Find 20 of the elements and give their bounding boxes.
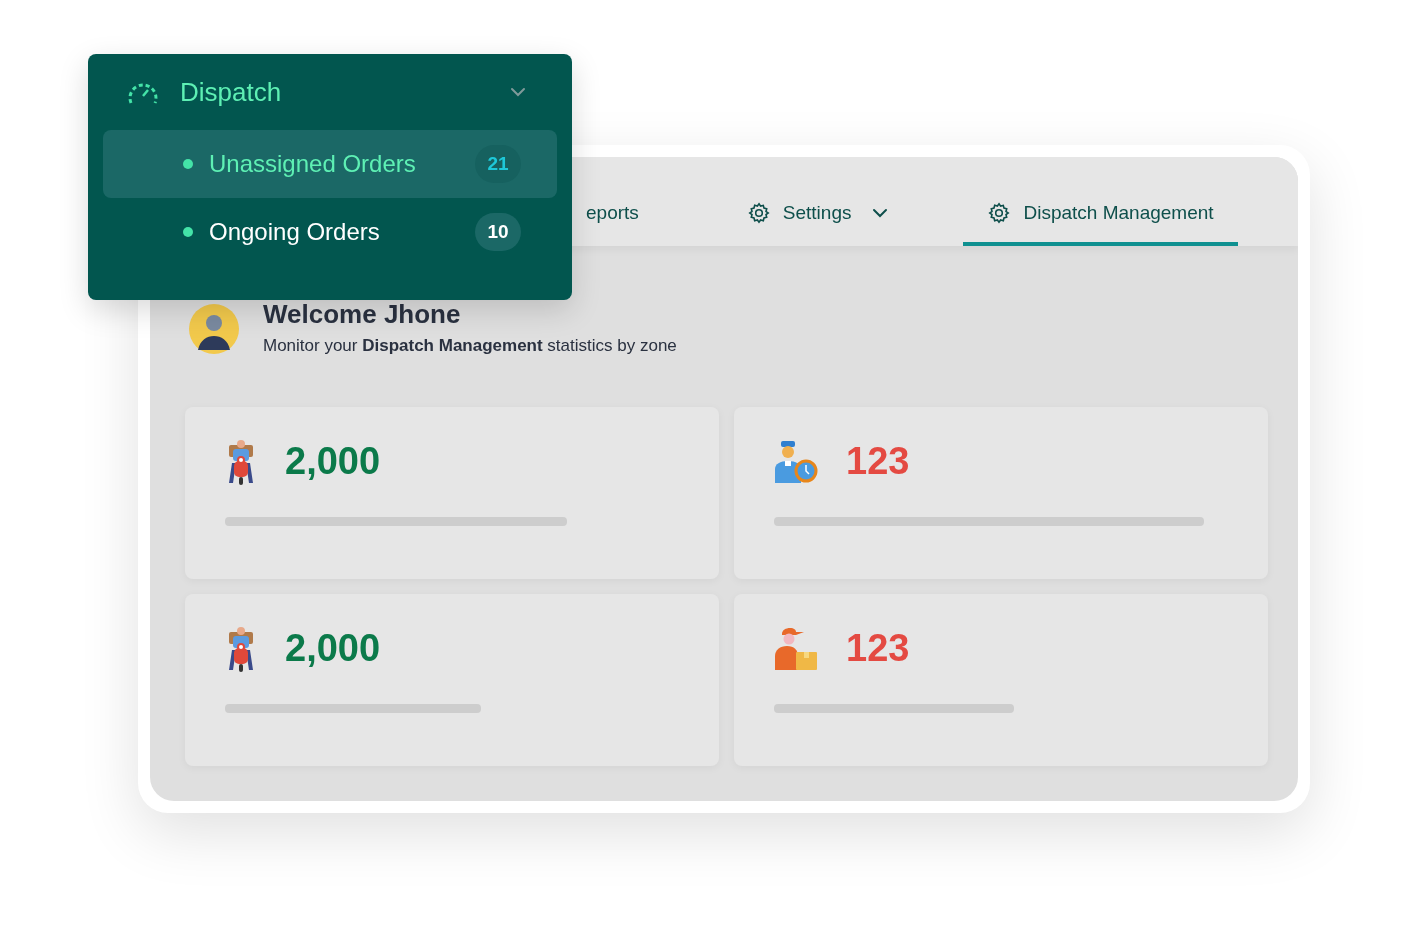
menu-item[interactable]: Unassigned Orders 21: [103, 130, 557, 198]
stat-value: 2,000: [285, 439, 381, 484]
bullet-dot-icon: [183, 227, 193, 237]
stat-value: 2,000: [285, 626, 381, 671]
count-badge: 10: [475, 213, 521, 251]
bullet-dot-icon: [183, 159, 193, 169]
worker-with-clock-icon: [774, 440, 818, 483]
count-badge: 21: [475, 145, 521, 183]
nav-tab[interactable]: Settings: [722, 184, 914, 246]
nav-tab[interactable]: Dispatch Management: [963, 184, 1238, 246]
stat-value: 123: [846, 439, 910, 484]
settings-icon: [987, 201, 1012, 225]
welcome-subtitle: Monitor your Dispatch Management statistics by zone: [263, 335, 677, 357]
nav-tab[interactable]: eports: [586, 184, 663, 246]
menu-header[interactable]: Dispatch: [103, 54, 557, 130]
stat-value: 123: [846, 626, 910, 671]
welcome-title: Welcome Jhone: [263, 299, 462, 329]
menu-item[interactable]: Ongoing Orders 10: [103, 198, 557, 266]
settings-icon: [746, 201, 771, 225]
courier-with-package-icon: [774, 627, 818, 670]
